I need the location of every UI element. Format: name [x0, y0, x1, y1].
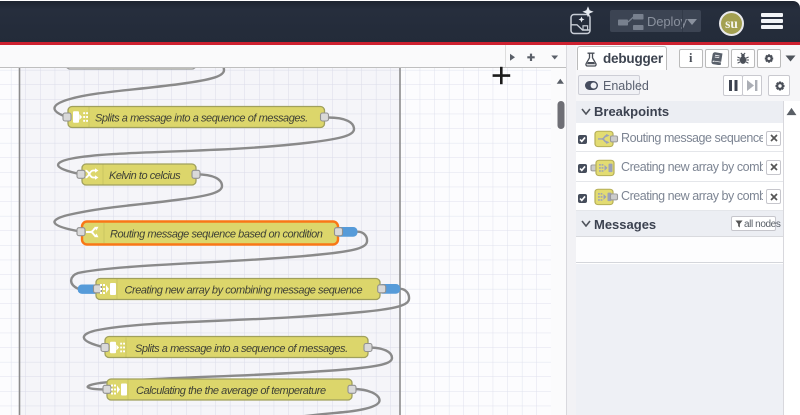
svg-text:Kelvin to celcius: Kelvin to celcius — [109, 170, 181, 182]
svg-text:Calculating the the average of: Calculating the the average of temperatu… — [136, 385, 326, 397]
svg-text:Routing message sequence based: Routing message sequence based on condit… — [110, 229, 323, 241]
svg-text:Splits a message into a sequen: Splits a message into a sequence of mess… — [95, 113, 308, 125]
svg-text:Creating new array by combinin: Creating new array by combining message … — [125, 285, 363, 297]
svg-text:Splits a message into a sequen: Splits a message into a sequence of mess… — [135, 343, 348, 355]
